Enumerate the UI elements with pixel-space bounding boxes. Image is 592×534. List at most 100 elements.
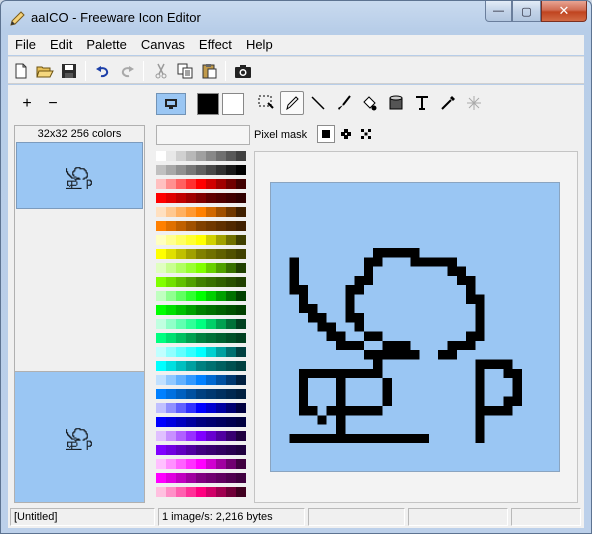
palette-swatch[interactable] <box>156 165 166 175</box>
minimize-button[interactable]: — <box>485 1 512 22</box>
palette-swatch[interactable] <box>196 389 206 399</box>
palette-swatch[interactable] <box>176 347 186 357</box>
menu-effect[interactable]: Effect <box>192 35 239 55</box>
menu-help[interactable]: Help <box>239 35 280 55</box>
palette-swatch[interactable] <box>196 375 206 385</box>
palette-swatch[interactable] <box>226 319 236 329</box>
palette-swatch[interactable] <box>196 151 206 161</box>
palette-swatch[interactable] <box>216 165 226 175</box>
palette-swatch[interactable] <box>156 445 166 455</box>
palette-swatch[interactable] <box>216 277 226 287</box>
palette-swatch[interactable] <box>216 403 226 413</box>
palette-swatch[interactable] <box>166 207 176 217</box>
magic-tool[interactable] <box>462 91 486 115</box>
palette-swatch[interactable] <box>156 263 166 273</box>
palette-swatch[interactable] <box>216 263 226 273</box>
palette-swatch[interactable] <box>186 221 196 231</box>
palette-swatch[interactable] <box>166 417 176 427</box>
palette-swatch[interactable] <box>226 291 236 301</box>
palette-swatch[interactable] <box>206 291 216 301</box>
palette-swatch[interactable] <box>156 333 166 343</box>
palette-swatch[interactable] <box>216 207 226 217</box>
palette-swatch[interactable] <box>176 263 186 273</box>
palette-swatch[interactable] <box>176 361 186 371</box>
palette-swatch[interactable] <box>206 445 216 455</box>
palette-swatch[interactable] <box>196 179 206 189</box>
palette-swatch[interactable] <box>226 417 236 427</box>
palette-swatch[interactable] <box>196 431 206 441</box>
palette-swatch[interactable] <box>226 151 236 161</box>
palette-swatch[interactable] <box>166 263 176 273</box>
palette-swatch[interactable] <box>166 403 176 413</box>
palette-swatch[interactable] <box>206 361 216 371</box>
palette-swatch[interactable] <box>156 151 166 161</box>
palette-swatch[interactable] <box>206 473 216 483</box>
select-tool[interactable] <box>254 91 278 115</box>
palette-swatch[interactable] <box>216 305 226 315</box>
palette-swatch[interactable] <box>176 291 186 301</box>
palette-swatch[interactable] <box>236 305 246 315</box>
palette-swatch[interactable] <box>176 165 186 175</box>
palette-swatch[interactable] <box>226 375 236 385</box>
palette-swatch[interactable] <box>216 375 226 385</box>
palette-swatch[interactable] <box>196 249 206 259</box>
palette-swatch[interactable] <box>156 347 166 357</box>
palette-swatch[interactable] <box>226 305 236 315</box>
palette-swatch[interactable] <box>226 445 236 455</box>
palette-swatch[interactable] <box>236 445 246 455</box>
palette-swatch[interactable] <box>176 459 186 469</box>
palette-swatch[interactable] <box>166 333 176 343</box>
palette-swatch[interactable] <box>186 445 196 455</box>
palette-swatch[interactable] <box>176 333 186 343</box>
palette-swatch[interactable] <box>236 193 246 203</box>
palette-swatch[interactable] <box>156 207 166 217</box>
line-tool[interactable] <box>306 91 330 115</box>
palette-swatch[interactable] <box>186 333 196 343</box>
menu-file[interactable]: File <box>8 35 43 55</box>
palette-swatch[interactable] <box>236 333 246 343</box>
palette-swatch[interactable] <box>226 389 236 399</box>
palette-swatch[interactable] <box>176 151 186 161</box>
palette-swatch[interactable] <box>206 277 216 287</box>
palette-swatch[interactable] <box>196 445 206 455</box>
palette-swatch[interactable] <box>156 389 166 399</box>
redo-button[interactable] <box>116 60 138 82</box>
palette-swatch[interactable] <box>176 305 186 315</box>
copy-button[interactable] <box>174 60 196 82</box>
palette-swatch[interactable] <box>236 417 246 427</box>
palette-swatch[interactable] <box>166 277 176 287</box>
palette-swatch[interactable] <box>196 305 206 315</box>
palette-swatch[interactable] <box>206 165 216 175</box>
palette-swatch[interactable] <box>206 333 216 343</box>
palette-swatch[interactable] <box>186 305 196 315</box>
palette-swatch[interactable] <box>236 389 246 399</box>
palette-swatch[interactable] <box>176 249 186 259</box>
eyedropper-tool[interactable] <box>436 91 460 115</box>
palette-swatch[interactable] <box>166 305 176 315</box>
palette-swatch[interactable] <box>236 249 246 259</box>
palette-swatch[interactable] <box>206 319 216 329</box>
paste-button[interactable] <box>198 60 220 82</box>
palette-swatch[interactable] <box>156 319 166 329</box>
palette-swatch[interactable] <box>156 487 166 497</box>
palette-swatch[interactable] <box>216 151 226 161</box>
palette-swatch[interactable] <box>216 179 226 189</box>
palette-swatch[interactable] <box>216 291 226 301</box>
palette-swatch[interactable] <box>216 249 226 259</box>
palette-swatch[interactable] <box>236 165 246 175</box>
palette-swatch[interactable] <box>236 487 246 497</box>
mask-pattern-option[interactable] <box>337 125 355 143</box>
palette-swatch[interactable] <box>206 221 216 231</box>
palette-swatch[interactable] <box>206 193 216 203</box>
palette-swatch[interactable] <box>206 431 216 441</box>
palette-swatch[interactable] <box>206 403 216 413</box>
palette-swatch[interactable] <box>196 207 206 217</box>
palette-swatch[interactable] <box>196 333 206 343</box>
palette-swatch[interactable] <box>176 445 186 455</box>
brush-tool[interactable] <box>332 91 356 115</box>
palette-swatch[interactable] <box>166 389 176 399</box>
palette-swatch[interactable] <box>176 473 186 483</box>
palette-swatch[interactable] <box>196 193 206 203</box>
palette-swatch[interactable] <box>226 333 236 343</box>
open-button[interactable] <box>34 60 56 82</box>
